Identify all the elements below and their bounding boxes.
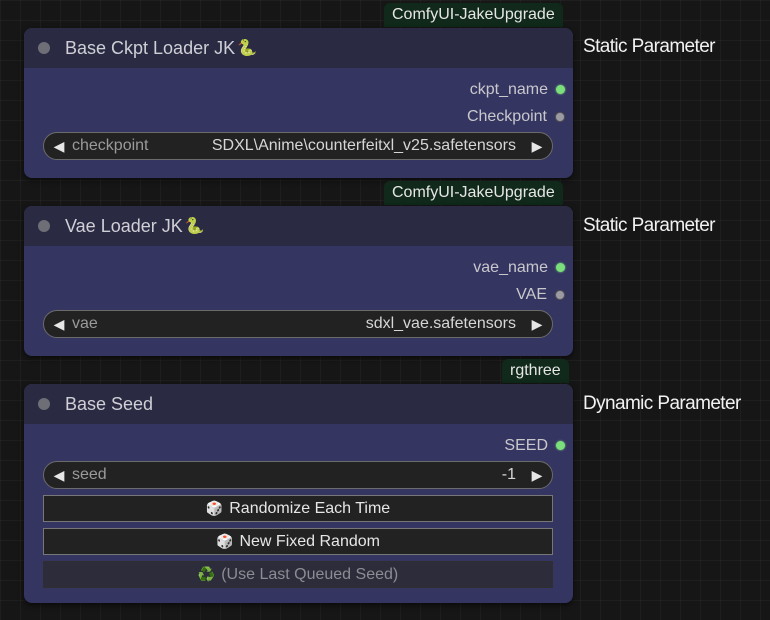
- decrement-arrow-icon[interactable]: ◀: [48, 467, 70, 484]
- widget-value[interactable]: sdxl_vae.safetensors: [366, 315, 516, 333]
- snake-icon: 🐍: [184, 218, 205, 235]
- dice-icon: 🎲: [216, 533, 234, 549]
- output-label: VAE: [516, 285, 547, 303]
- increment-arrow-icon[interactable]: ▶: [526, 467, 548, 484]
- node-title-bar[interactable]: Base Ckpt Loader JK 🐍: [24, 28, 573, 68]
- parameter-type-label: Dynamic Parameter: [583, 393, 741, 414]
- dice-icon: 🎲: [205, 500, 224, 516]
- recycle-icon: ♻️: [197, 566, 216, 582]
- widget-value[interactable]: -1: [502, 466, 516, 484]
- output-slot-dot[interactable]: [555, 289, 565, 300]
- widget-label: checkpoint: [72, 137, 149, 154]
- checkpoint-combo-widget[interactable]: ◀ checkpoint SDXL\Anime\counterfeitxl_v2…: [43, 132, 553, 160]
- node-title-bar[interactable]: Base Seed: [24, 384, 573, 424]
- collapse-toggle[interactable]: [38, 42, 50, 54]
- new-fixed-random-button[interactable]: 🎲 New Fixed Random: [43, 528, 553, 555]
- parameter-type-label: Static Parameter: [583, 36, 716, 57]
- decrement-arrow-icon[interactable]: ◀: [48, 138, 70, 155]
- vae-loader-node[interactable]: Vae Loader JK 🐍 vae_name VAE ◀ vae sdxl_…: [24, 206, 573, 356]
- decrement-arrow-icon[interactable]: ◀: [48, 316, 70, 333]
- seed-number-widget[interactable]: ◀ seed -1 ▶: [43, 461, 553, 489]
- increment-arrow-icon[interactable]: ▶: [526, 138, 548, 155]
- vae-combo-widget[interactable]: ◀ vae sdxl_vae.safetensors ▶: [43, 310, 553, 338]
- button-label: (Use Last Queued Seed): [221, 565, 399, 583]
- node-title: Vae Loader JK: [65, 215, 183, 236]
- output-seed[interactable]: SEED: [24, 432, 573, 459]
- output-label: SEED: [504, 436, 548, 454]
- widget-label: seed: [72, 466, 107, 483]
- base-ckpt-loader-node[interactable]: Base Ckpt Loader JK 🐍 ckpt_name Checkpoi…: [24, 28, 573, 178]
- output-label: ckpt_name: [469, 80, 548, 98]
- output-label: Checkpoint: [466, 107, 547, 125]
- output-checkpoint[interactable]: Checkpoint: [24, 103, 573, 130]
- output-slot-dot[interactable]: [556, 263, 565, 272]
- node-title: Base Ckpt Loader JK: [65, 37, 236, 58]
- node-title: Base Seed: [65, 393, 154, 414]
- output-slot-dot[interactable]: [555, 111, 565, 122]
- output-label: vae_name: [473, 258, 548, 276]
- button-label: Randomize Each Time: [229, 499, 391, 517]
- base-seed-node[interactable]: Base Seed SEED ◀ seed -1 ▶ 🎲 Randomize E…: [24, 384, 573, 603]
- widget-label: vae: [72, 315, 98, 332]
- node-source-badge: ComfyUI-JakeUpgrade: [384, 3, 563, 27]
- node-title-bar[interactable]: Vae Loader JK 🐍: [24, 206, 573, 246]
- button-label: New Fixed Random: [239, 532, 380, 550]
- output-slot-dot[interactable]: [556, 85, 565, 94]
- use-last-queued-seed-button: ♻️ (Use Last Queued Seed): [43, 561, 553, 588]
- increment-arrow-icon[interactable]: ▶: [526, 316, 548, 333]
- snake-icon: 🐍: [237, 40, 258, 57]
- node-source-badge: rgthree: [502, 359, 569, 383]
- node-source-badge: ComfyUI-JakeUpgrade: [384, 181, 563, 205]
- output-vae-name[interactable]: vae_name: [24, 254, 573, 281]
- parameter-type-label: Static Parameter: [583, 215, 716, 236]
- output-ckpt-name[interactable]: ckpt_name: [24, 76, 573, 103]
- output-slot-dot[interactable]: [556, 441, 565, 450]
- output-vae[interactable]: VAE: [24, 281, 573, 308]
- collapse-toggle[interactable]: [38, 398, 50, 410]
- collapse-toggle[interactable]: [38, 220, 50, 232]
- widget-value[interactable]: SDXL\Anime\counterfeitxl_v25.safetensors: [212, 137, 516, 155]
- randomize-each-time-button[interactable]: 🎲 Randomize Each Time: [43, 495, 553, 522]
